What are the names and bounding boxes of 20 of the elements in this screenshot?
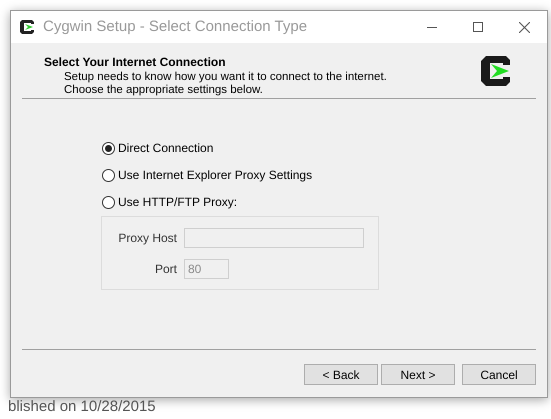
field-label: Proxy Host (117, 230, 178, 247)
close-icon (518, 22, 530, 32)
dialog-button[interactable]: Cancel (462, 364, 536, 385)
dialog-button[interactable]: Next > (381, 364, 455, 385)
page-heading: Select Your Internet Connection (44, 54, 227, 71)
radio-label: Use HTTP/FTP Proxy: (118, 194, 238, 211)
maximize-icon (473, 22, 483, 32)
radio-button[interactable] (102, 196, 115, 208)
radio-button[interactable] (102, 142, 115, 154)
window-title: Cygwin Setup - Select Connection Type (43, 16, 308, 37)
minimize-icon (427, 26, 437, 28)
radio-label: Use Internet Explorer Proxy Settings (118, 167, 312, 184)
dialog-button[interactable]: < Back (304, 364, 378, 385)
field-label: Port (154, 261, 178, 278)
background-page-text: blished on 10/28/2015 (8, 398, 156, 416)
radio-button[interactable] (102, 168, 115, 182)
app-logo-icon (19, 19, 35, 35)
radio-label: Direct Connection (118, 140, 214, 157)
page-description: Setup needs to know how you want it to connect to the internet. Choose the appropriate settings below. (64, 71, 388, 97)
app-logo-icon (480, 55, 512, 87)
